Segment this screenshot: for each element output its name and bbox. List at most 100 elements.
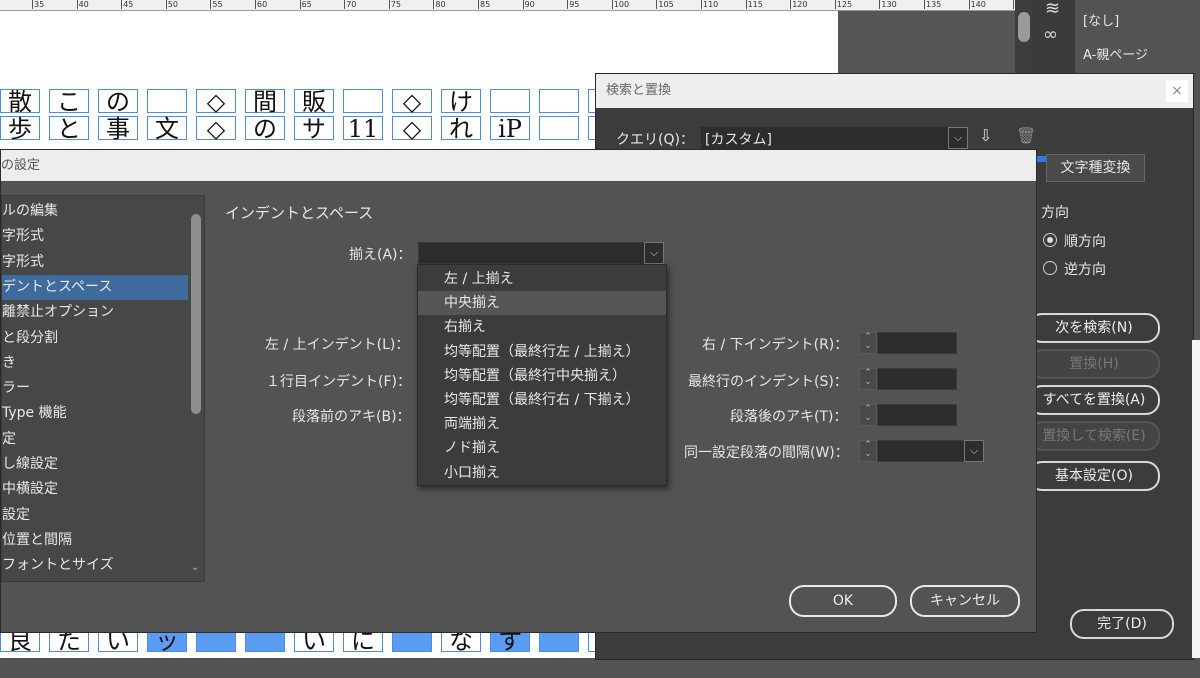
space-after-label: 段落後のアキ(T)：: [730, 409, 848, 425]
layers-icon[interactable]: ≋: [1045, 0, 1060, 19]
align-option[interactable]: 均等配置（最終行左 / 上揃え）: [418, 340, 666, 364]
grid-cell: 間: [245, 89, 285, 114]
grid-cell: 販: [294, 89, 334, 114]
scrollbar-thumb[interactable]: [191, 214, 201, 414]
grid-cell: ◇: [196, 89, 236, 114]
query-select[interactable]: [カスタム]: [700, 126, 968, 150]
ruler-tick-label: 130: [879, 0, 897, 9]
same-style-spacing-label: 同一設定段落の間隔(W)：: [684, 445, 849, 461]
category-list-item[interactable]: と段分割: [2, 326, 188, 351]
align-option[interactable]: 均等配置（最終行右 / 下揃え）: [418, 388, 666, 412]
section-title: インデントとスペース: [225, 204, 374, 222]
last-line-indent-stepper[interactable]: ⌃ ⌄: [859, 368, 877, 390]
category-list-item[interactable]: フォントとサイズ: [2, 553, 188, 578]
align-select[interactable]: [418, 242, 645, 264]
replace-all-button[interactable]: すべてを置換(A): [1028, 385, 1160, 415]
category-list-item[interactable]: 中横設定: [2, 477, 188, 502]
category-list[interactable]: ルの編集 字形式 字形式 デントとスペース 離禁止オプション と段分割きラー Type 機能…: [1, 195, 205, 582]
link-icon[interactable]: ∞: [1043, 24, 1058, 45]
ruler-tick-label: 75: [388, 0, 401, 9]
align-option[interactable]: 左 / 上揃え: [418, 267, 666, 291]
same-style-spacing-stepper[interactable]: ⌃ ⌄: [859, 440, 877, 462]
category-list-item[interactable]: ルの編集: [2, 199, 188, 224]
forward-label: 順方向: [1064, 234, 1106, 250]
left-indent-label: 左 / 上インデント(L)：: [265, 337, 410, 353]
category-list-item[interactable]: 字形式: [2, 250, 188, 275]
forward-radio[interactable]: [1043, 233, 1057, 247]
category-list-item[interactable]: 字形式: [2, 224, 188, 249]
trash-icon[interactable]: 🗑: [1016, 126, 1036, 145]
align-option[interactable]: 両端揃え: [418, 412, 666, 436]
grid-cell: こ: [49, 89, 89, 114]
grid-cell: ◇: [392, 116, 432, 141]
category-list-item[interactable]: 定: [2, 427, 188, 452]
space-after-stepper[interactable]: ⌃ ⌄: [859, 404, 877, 426]
last-line-indent-field[interactable]: [877, 368, 957, 390]
ruler-tick-label: 90: [522, 0, 535, 9]
save-query-icon[interactable]: ⇩: [979, 126, 992, 145]
category-list-item[interactable]: デントとスペース: [2, 274, 188, 300]
done-button[interactable]: 完了(D): [1070, 609, 1174, 639]
grid-cell: サ: [294, 116, 334, 141]
category-list-item[interactable]: し線設定: [2, 452, 188, 477]
grid-cell: [343, 89, 383, 113]
backward-radio[interactable]: [1043, 261, 1057, 275]
chevron-down-icon[interactable]: ⌄: [191, 562, 199, 573]
side-strip: [1192, 340, 1200, 658]
category-list-scrollbar[interactable]: ⌄: [188, 196, 204, 581]
same-style-spacing-field[interactable]: [877, 440, 965, 462]
space-before-label: 段落前のアキ(B)：: [292, 409, 411, 425]
align-option[interactable]: ノド揃え: [418, 436, 666, 460]
align-option[interactable]: 均等配置（最終行中央揃え）: [418, 364, 666, 388]
tab-label: 文字種変換: [1060, 160, 1131, 176]
backward-label: 逆方向: [1064, 262, 1106, 278]
category-list-item[interactable]: 設定: [2, 503, 188, 528]
replace-button[interactable]: 置換(H): [1028, 349, 1160, 379]
align-option[interactable]: 小口揃え: [418, 461, 666, 485]
ruler-tick-label: 50: [165, 0, 178, 9]
ruler-tick-label: 40: [76, 0, 89, 9]
grid-cell: の: [98, 89, 138, 114]
category-list-item[interactable]: Type 機能: [2, 401, 188, 426]
category-list-item[interactable]: ラー: [2, 376, 188, 401]
tab-char-conversion[interactable]: 文字種変換: [1046, 154, 1145, 182]
category-list-item[interactable]: 位置と間隔: [2, 528, 188, 553]
grid-cell: け: [441, 89, 481, 114]
parent-page-a[interactable]: A-親ページ: [1083, 44, 1148, 63]
ruler-tick-label: 60: [254, 0, 268, 9]
align-option[interactable]: 右揃え: [418, 315, 666, 339]
scrollbar-thumb[interactable]: [1018, 12, 1030, 42]
ruler-tick-label: 45: [121, 0, 134, 9]
replace-and-find-button[interactable]: 置換して検索(E): [1028, 421, 1160, 451]
category-list-item[interactable]: き: [2, 351, 188, 376]
ok-button[interactable]: OK: [789, 585, 897, 617]
close-icon: ×: [1171, 83, 1183, 99]
grid-cell: 散: [0, 89, 40, 114]
pages-panel: [なし] A-親ページ: [1075, 0, 1200, 75]
grid-cell: 文: [147, 116, 187, 141]
right-indent-stepper[interactable]: ⌃ ⌄: [859, 332, 877, 354]
cancel-button[interactable]: キャンセル: [910, 585, 1020, 617]
paragraph-style-title: の設定: [1, 150, 1036, 181]
find-next-button[interactable]: 次を検索(N): [1028, 313, 1160, 343]
none-master[interactable]: [なし]: [1083, 10, 1119, 29]
grid-cell: れ: [441, 116, 481, 141]
chevron-down-icon[interactable]: ⌵: [964, 440, 984, 462]
align-dropdown-menu: 左 / 上揃え 中央揃え 右揃え 均等配置（最終行左 / 上揃え） 均等配置（最終行中央…: [417, 264, 667, 486]
ruler-tick-label: 125: [834, 0, 853, 9]
close-button[interactable]: ×: [1166, 80, 1188, 102]
ruler-tick-label: 120: [790, 0, 808, 9]
grid-cell: と: [49, 116, 89, 141]
basic-settings-button[interactable]: 基本設定(O): [1028, 461, 1160, 491]
last-line-indent-label: 最終行のインデント(S)：: [688, 374, 848, 390]
chevron-down-icon[interactable]: ⌵: [644, 242, 664, 264]
space-after-field[interactable]: [877, 404, 957, 426]
category-list-item[interactable]: 離禁止オプション: [2, 300, 188, 325]
query-label: クエリ(Q)：: [616, 132, 694, 148]
right-indent-field[interactable]: [877, 332, 957, 354]
ruler-tick-label: 140: [968, 0, 986, 9]
ruler-tick-label: 105: [656, 0, 674, 9]
align-label: 揃え(A)：: [349, 247, 412, 263]
chevron-down-icon[interactable]: ⌵: [948, 127, 968, 149]
align-option[interactable]: 中央揃え: [418, 291, 666, 316]
